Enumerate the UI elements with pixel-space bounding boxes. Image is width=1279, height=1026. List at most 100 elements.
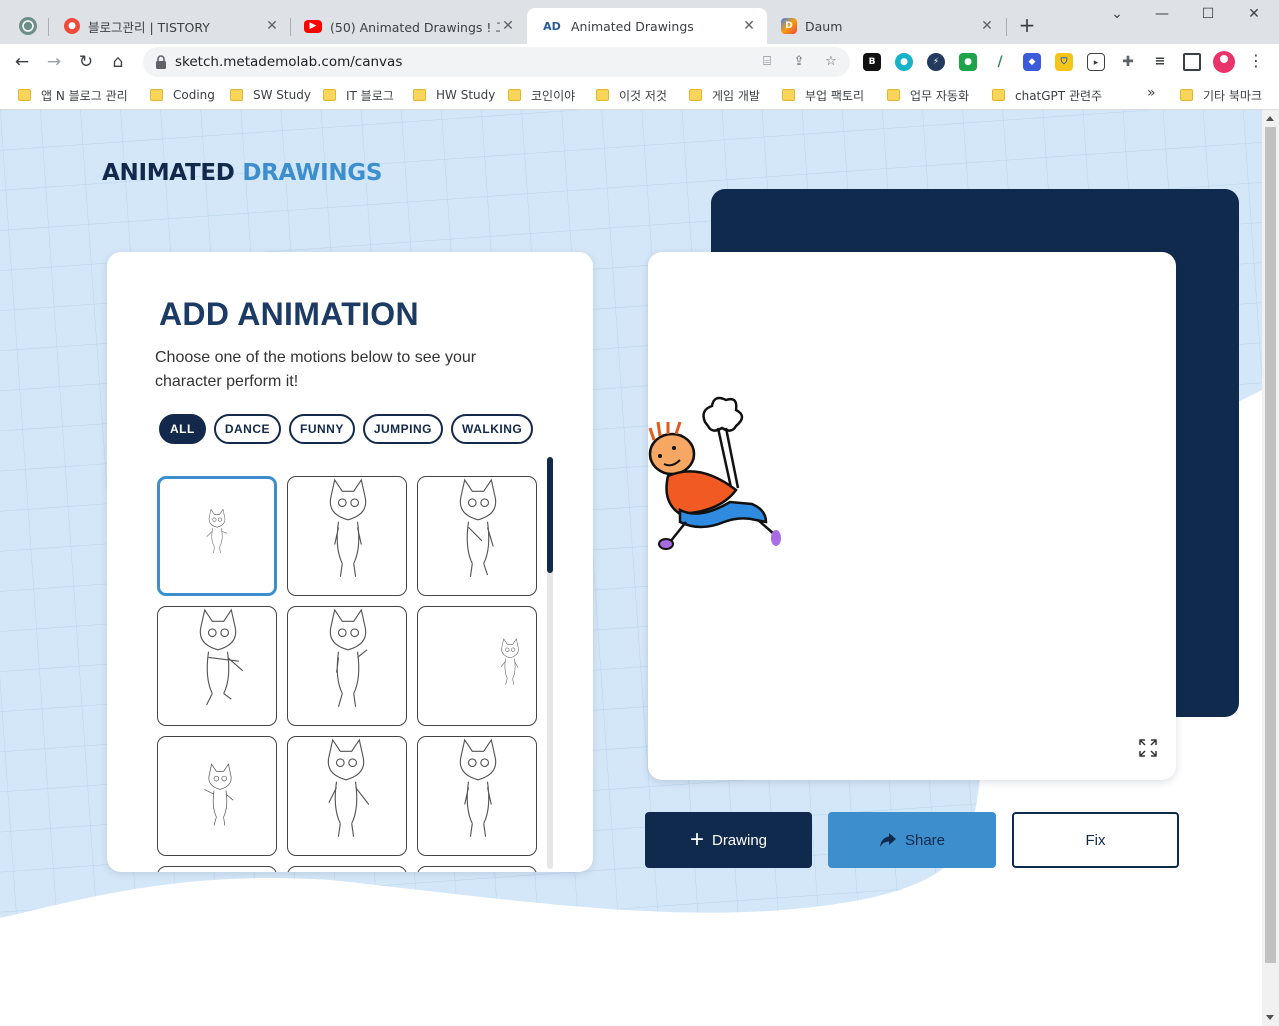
translate-icon[interactable]: ⌸ (758, 53, 776, 71)
folder-icon (596, 89, 609, 101)
close-icon[interactable]: ✕ (500, 18, 516, 34)
address-bar[interactable]: sketch.metademolab.com/canvas ⌸ ⇪ ☆ (143, 47, 850, 77)
share-button[interactable]: Share (828, 812, 996, 868)
motion-thumbnail[interactable] (157, 606, 277, 726)
page-scrollbar-thumb[interactable] (1265, 127, 1276, 963)
browser-tab-strip: ● 블로그관리 | TISTORY ✕ ▶ (50) Animated Draw… (0, 0, 1279, 44)
plus-icon: + (689, 826, 704, 853)
scroll-down-arrow-icon[interactable] (1266, 1015, 1274, 1020)
filter-chip-funny[interactable]: FUNNY (289, 414, 355, 444)
extension-b-icon[interactable]: B (863, 53, 881, 71)
cat-sketch-icon (459, 478, 497, 577)
url-text: sketch.metademolab.com/canvas (175, 54, 403, 70)
filter-chip-dance[interactable]: DANCE (213, 414, 281, 444)
panel-title: ADD ANIMATION (159, 296, 419, 332)
thumbnail-scrollbar[interactable] (547, 457, 553, 869)
filter-chip-walking[interactable]: WALKING (451, 414, 534, 444)
add-drawing-button[interactable]: + Drawing (645, 812, 812, 868)
bookmark-folder[interactable]: 부업 팩토리 (782, 85, 864, 105)
tab-tistory[interactable]: ● 블로그관리 | TISTORY ✕ (50, 8, 290, 44)
motion-thumbnail[interactable] (287, 476, 407, 596)
profile-avatar[interactable] (1213, 51, 1235, 73)
extension-puzzle-color-icon[interactable]: ◆ (1023, 53, 1041, 71)
animation-canvas[interactable] (648, 252, 1176, 780)
cat-sketch-icon (206, 508, 228, 553)
bookmark-folder[interactable]: HW Study (413, 85, 495, 105)
extension-video-icon[interactable]: ▸ (1087, 53, 1105, 71)
folder-icon (150, 89, 163, 101)
extension-chat-icon[interactable]: ● (895, 53, 913, 71)
motion-thumbnail[interactable] (157, 866, 277, 872)
menu-kebab-icon[interactable]: ⋮ (1248, 52, 1264, 70)
close-icon[interactable]: ✕ (264, 18, 280, 34)
motion-thumbnail[interactable] (417, 866, 537, 872)
folder-icon (1180, 89, 1193, 101)
new-tab-button[interactable]: + (1015, 14, 1039, 38)
lock-icon (156, 55, 166, 69)
extensions-puzzle-icon[interactable]: ✚ (1119, 53, 1137, 71)
window-close-icon[interactable]: ✕ (1242, 6, 1266, 22)
folder-icon (230, 89, 243, 101)
filter-chip-jumping[interactable]: JUMPING (362, 414, 444, 444)
folder-icon (992, 89, 1005, 101)
extension-pen-icon[interactable]: / (991, 53, 1009, 71)
other-bookmarks-folder[interactable]: 기타 북마크 (1180, 85, 1262, 105)
motion-thumbnail[interactable] (157, 476, 277, 596)
folder-icon (323, 89, 336, 101)
more-bookmarks-chevron[interactable]: » (1147, 85, 1156, 101)
motion-thumbnail[interactable] (287, 866, 407, 872)
motion-thumbnail[interactable] (157, 736, 277, 856)
tab-animated-drawings[interactable]: AD Animated Drawings ✕ (527, 8, 767, 44)
bookmark-folder[interactable]: SW Study (230, 85, 311, 105)
fullscreen-expand-icon[interactable] (1138, 738, 1158, 758)
motion-thumbnail[interactable] (287, 736, 407, 856)
side-panel-icon[interactable] (1183, 53, 1201, 71)
site-logo[interactable]: ANIMATED DRAWINGS (102, 160, 382, 186)
tab-search-icon[interactable]: ⌄ (1105, 6, 1129, 22)
motion-thumbnail[interactable] (417, 476, 537, 596)
page-viewport: ANIMATED DRAWINGS ADD ANIMATION Choose o… (0, 110, 1262, 1026)
bookmark-folder[interactable]: 앱 N 블로그 관리 (18, 85, 128, 105)
media-control-icon[interactable]: ≡ (1151, 53, 1169, 71)
back-icon[interactable]: ← (10, 50, 34, 74)
forward-icon[interactable]: → (42, 50, 66, 74)
filter-chip-all[interactable]: ALL (159, 414, 206, 444)
tab-title: Daum (805, 18, 843, 34)
bookmark-folder[interactable]: 코인이야 (508, 85, 575, 105)
bookmark-folder[interactable]: 게임 개발 (689, 85, 760, 105)
extension-shield-icon[interactable]: ⛉ (1055, 53, 1073, 71)
chatgpt-pinned-tab[interactable] (18, 16, 38, 36)
page-scrollbar[interactable] (1262, 110, 1279, 1026)
youtube-icon: ▶ (304, 19, 322, 33)
home-icon[interactable]: ⌂ (106, 50, 130, 74)
extension-record-icon[interactable]: ● (959, 53, 977, 71)
scroll-up-arrow-icon[interactable] (1266, 116, 1274, 121)
fix-button[interactable]: Fix (1012, 812, 1179, 868)
bookmark-folder[interactable]: 이것 저것 (596, 85, 667, 105)
tab-daum[interactable]: D Daum ✕ (767, 8, 1005, 44)
thumbnail-scrollbar-thumb[interactable] (547, 457, 553, 573)
minimize-icon[interactable]: — (1150, 6, 1174, 22)
close-icon[interactable]: ✕ (979, 18, 995, 34)
browser-toolbar: ← → ↻ ⌂ sketch.metademolab.com/canvas ⌸ … (0, 44, 1279, 80)
extension-bolt-icon[interactable]: ⚡ (927, 53, 945, 71)
cat-sketch-icon (329, 478, 367, 577)
folder-icon (887, 89, 900, 101)
motion-thumbnail[interactable] (417, 606, 537, 726)
add-animation-panel: ADD ANIMATION Choose one of the motions … (107, 252, 593, 872)
bookmark-star-icon[interactable]: ☆ (822, 53, 840, 71)
bookmark-folder[interactable]: Coding (150, 85, 215, 105)
folder-icon (782, 89, 795, 101)
bookmark-folder[interactable]: chatGPT 관련주 (992, 85, 1102, 105)
tab-youtube[interactable]: ▶ (50) Animated Drawings ! 그림을 ✕ (290, 8, 526, 44)
reload-icon[interactable]: ↻ (74, 50, 98, 74)
bookmark-folder[interactable]: 업무 자동화 (887, 85, 969, 105)
tab-title: 블로그관리 | TISTORY (88, 19, 210, 35)
bookmark-folder[interactable]: IT 블로그 (323, 85, 394, 105)
motion-thumbnail[interactable] (287, 606, 407, 726)
animated-character (648, 396, 781, 550)
maximize-icon[interactable]: ☐ (1196, 6, 1220, 22)
share-page-icon[interactable]: ⇪ (790, 53, 808, 71)
close-icon[interactable]: ✕ (741, 18, 757, 34)
motion-thumbnail[interactable] (417, 736, 537, 856)
